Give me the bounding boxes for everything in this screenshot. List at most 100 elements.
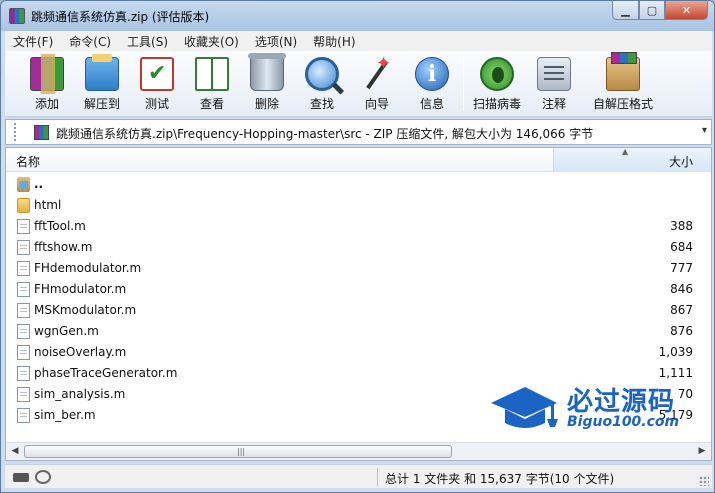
winrar-window: 跳频通信系统仿真.zip (评估版本) ▁ ▢ ✕ 文件(F) 命令(C) 工具…: [0, 0, 715, 493]
file-name: fftshow.m: [34, 240, 93, 254]
list-item[interactable]: html: [6, 195, 711, 216]
file-icon: [17, 240, 30, 255]
virus-scan-label: 扫描病毒: [472, 97, 521, 111]
menu-help[interactable]: 帮助(H): [305, 33, 363, 50]
wizard-label: 向导: [364, 97, 389, 111]
column-size-header[interactable]: 大小: [553, 148, 711, 172]
sort-arrow-icon: ▲: [622, 147, 629, 156]
scroll-thumb[interactable]: |||: [24, 445, 452, 458]
add-archive-icon: [30, 54, 64, 94]
file-icon: [17, 219, 30, 234]
view-book-icon: [195, 57, 229, 91]
view-label: 查看: [199, 97, 224, 111]
menu-favorites[interactable]: 收藏夹(O): [176, 33, 247, 50]
virus-scan-button[interactable]: 扫描病毒: [471, 57, 523, 112]
menu-file[interactable]: 文件(F): [5, 33, 61, 50]
column-name-header[interactable]: 名称: [16, 153, 40, 170]
toolbar: 添加 解压到 测试 查看 删除 查找 向导 i 信息: [5, 51, 712, 117]
file-size: 846: [670, 282, 693, 296]
file-name: noiseOverlay.m: [34, 345, 127, 359]
file-name: ..: [34, 177, 44, 191]
resize-grip-icon[interactable]: [699, 476, 709, 486]
add-button[interactable]: 添加: [21, 54, 73, 112]
title-bar[interactable]: 跳频通信系统仿真.zip (评估版本) ▁ ▢ ✕: [1, 1, 714, 31]
file-icon: [17, 324, 30, 339]
list-item-parent-folder[interactable]: ..: [6, 174, 711, 195]
menu-tools[interactable]: 工具(S): [119, 33, 176, 50]
list-item[interactable]: fftTool.m 388: [6, 216, 711, 237]
menu-options[interactable]: 选项(N): [247, 33, 305, 50]
list-item[interactable]: noiseOverlay.m 1,039: [6, 342, 711, 363]
list-item[interactable]: wgnGen.m 876: [6, 321, 711, 342]
wizard-button[interactable]: 向导: [351, 53, 403, 112]
file-icon: [17, 261, 30, 276]
folder-icon: [17, 198, 30, 213]
file-size: 777: [670, 261, 693, 275]
add-label: 添加: [34, 97, 59, 111]
graduation-cap-icon: [491, 387, 558, 428]
file-icon: [17, 366, 30, 381]
delete-button[interactable]: 删除: [241, 53, 293, 112]
file-icon: [17, 408, 30, 423]
file-size: 1,111: [658, 366, 693, 380]
watermark-title: 必过源码: [567, 387, 676, 417]
file-size: 388: [670, 219, 693, 233]
list-header: 名称 大小 ▲: [6, 148, 711, 172]
comment-label: 注释: [541, 97, 566, 111]
file-name: sim_ber.m: [34, 408, 96, 422]
column-size-label: 大小: [668, 155, 693, 169]
watermark-url: Biguo100.com: [567, 414, 680, 430]
file-name: FHdemodulator.m: [34, 261, 142, 275]
file-name: wgnGen.m: [34, 324, 99, 338]
extract-to-label: 解压到: [83, 97, 120, 111]
status-divider: [377, 468, 378, 486]
scroll-left-button[interactable]: ◀: [7, 444, 23, 459]
sfx-button[interactable]: 自解压格式: [590, 52, 656, 112]
address-grip[interactable]: [14, 123, 28, 141]
maximize-button[interactable]: ▢: [639, 1, 665, 20]
file-list[interactable]: 名称 大小 ▲ .. html fftTool.m 388 fftshow.m …: [5, 147, 712, 461]
extract-to-icon: [85, 54, 119, 91]
address-dropdown-icon[interactable]: ▾: [702, 125, 707, 136]
file-icon: [17, 303, 30, 318]
find-button[interactable]: 查找: [296, 57, 348, 112]
view-button[interactable]: 查看: [186, 57, 238, 112]
toolbar-separator: [463, 57, 464, 111]
key-icon[interactable]: [35, 470, 51, 484]
test-label: 测试: [144, 97, 169, 111]
sfx-label: 自解压格式: [592, 97, 653, 111]
address-bar[interactable]: 跳频通信系统仿真.zip\Frequency-Hopping-master\sr…: [5, 119, 712, 145]
list-item[interactable]: FHdemodulator.m 777: [6, 258, 711, 279]
menu-commands[interactable]: 命令(C): [61, 33, 119, 50]
watermark: 必过源码 Biguo100.com: [489, 381, 689, 437]
minimize-button[interactable]: ▁: [612, 1, 639, 20]
list-item[interactable]: fftshow.m 684: [6, 237, 711, 258]
menu-bar: 文件(F) 命令(C) 工具(S) 收藏夹(O) 选项(N) 帮助(H): [5, 31, 712, 51]
file-name: sim_analysis.m: [34, 387, 126, 401]
parent-folder-icon: [17, 177, 30, 192]
magnifier-icon: [305, 57, 339, 91]
window-controls: ▁ ▢ ✕: [612, 1, 708, 21]
drive-icon[interactable]: [13, 473, 29, 482]
close-button[interactable]: ✕: [665, 1, 708, 20]
comment-button[interactable]: 注释: [528, 57, 580, 112]
test-button[interactable]: 测试: [131, 57, 183, 112]
scroll-grip-icon: |||: [237, 447, 246, 456]
find-label: 查找: [309, 97, 334, 111]
file-name: fftTool.m: [34, 219, 86, 233]
window-title: 跳频通信系统仿真.zip (评估版本): [31, 10, 210, 24]
address-path: 跳频通信系统仿真.zip\Frequency-Hopping-master\sr…: [56, 127, 594, 141]
scroll-right-button[interactable]: ▶: [694, 444, 710, 459]
file-size: 876: [670, 324, 693, 338]
comment-icon: [537, 57, 571, 91]
extract-to-button[interactable]: 解压到: [76, 54, 128, 112]
list-item[interactable]: MSKmodulator.m 867: [6, 300, 711, 321]
file-icon: [17, 282, 30, 297]
list-item[interactable]: FHmodulator.m 846: [6, 279, 711, 300]
file-name: html: [34, 198, 62, 212]
horizontal-scrollbar[interactable]: ◀ ||| ▶: [6, 442, 711, 460]
info-button[interactable]: i 信息: [406, 57, 458, 112]
trash-icon: [248, 53, 286, 91]
file-name: phaseTraceGenerator.m: [34, 366, 178, 380]
winrar-app-icon[interactable]: [9, 8, 25, 24]
